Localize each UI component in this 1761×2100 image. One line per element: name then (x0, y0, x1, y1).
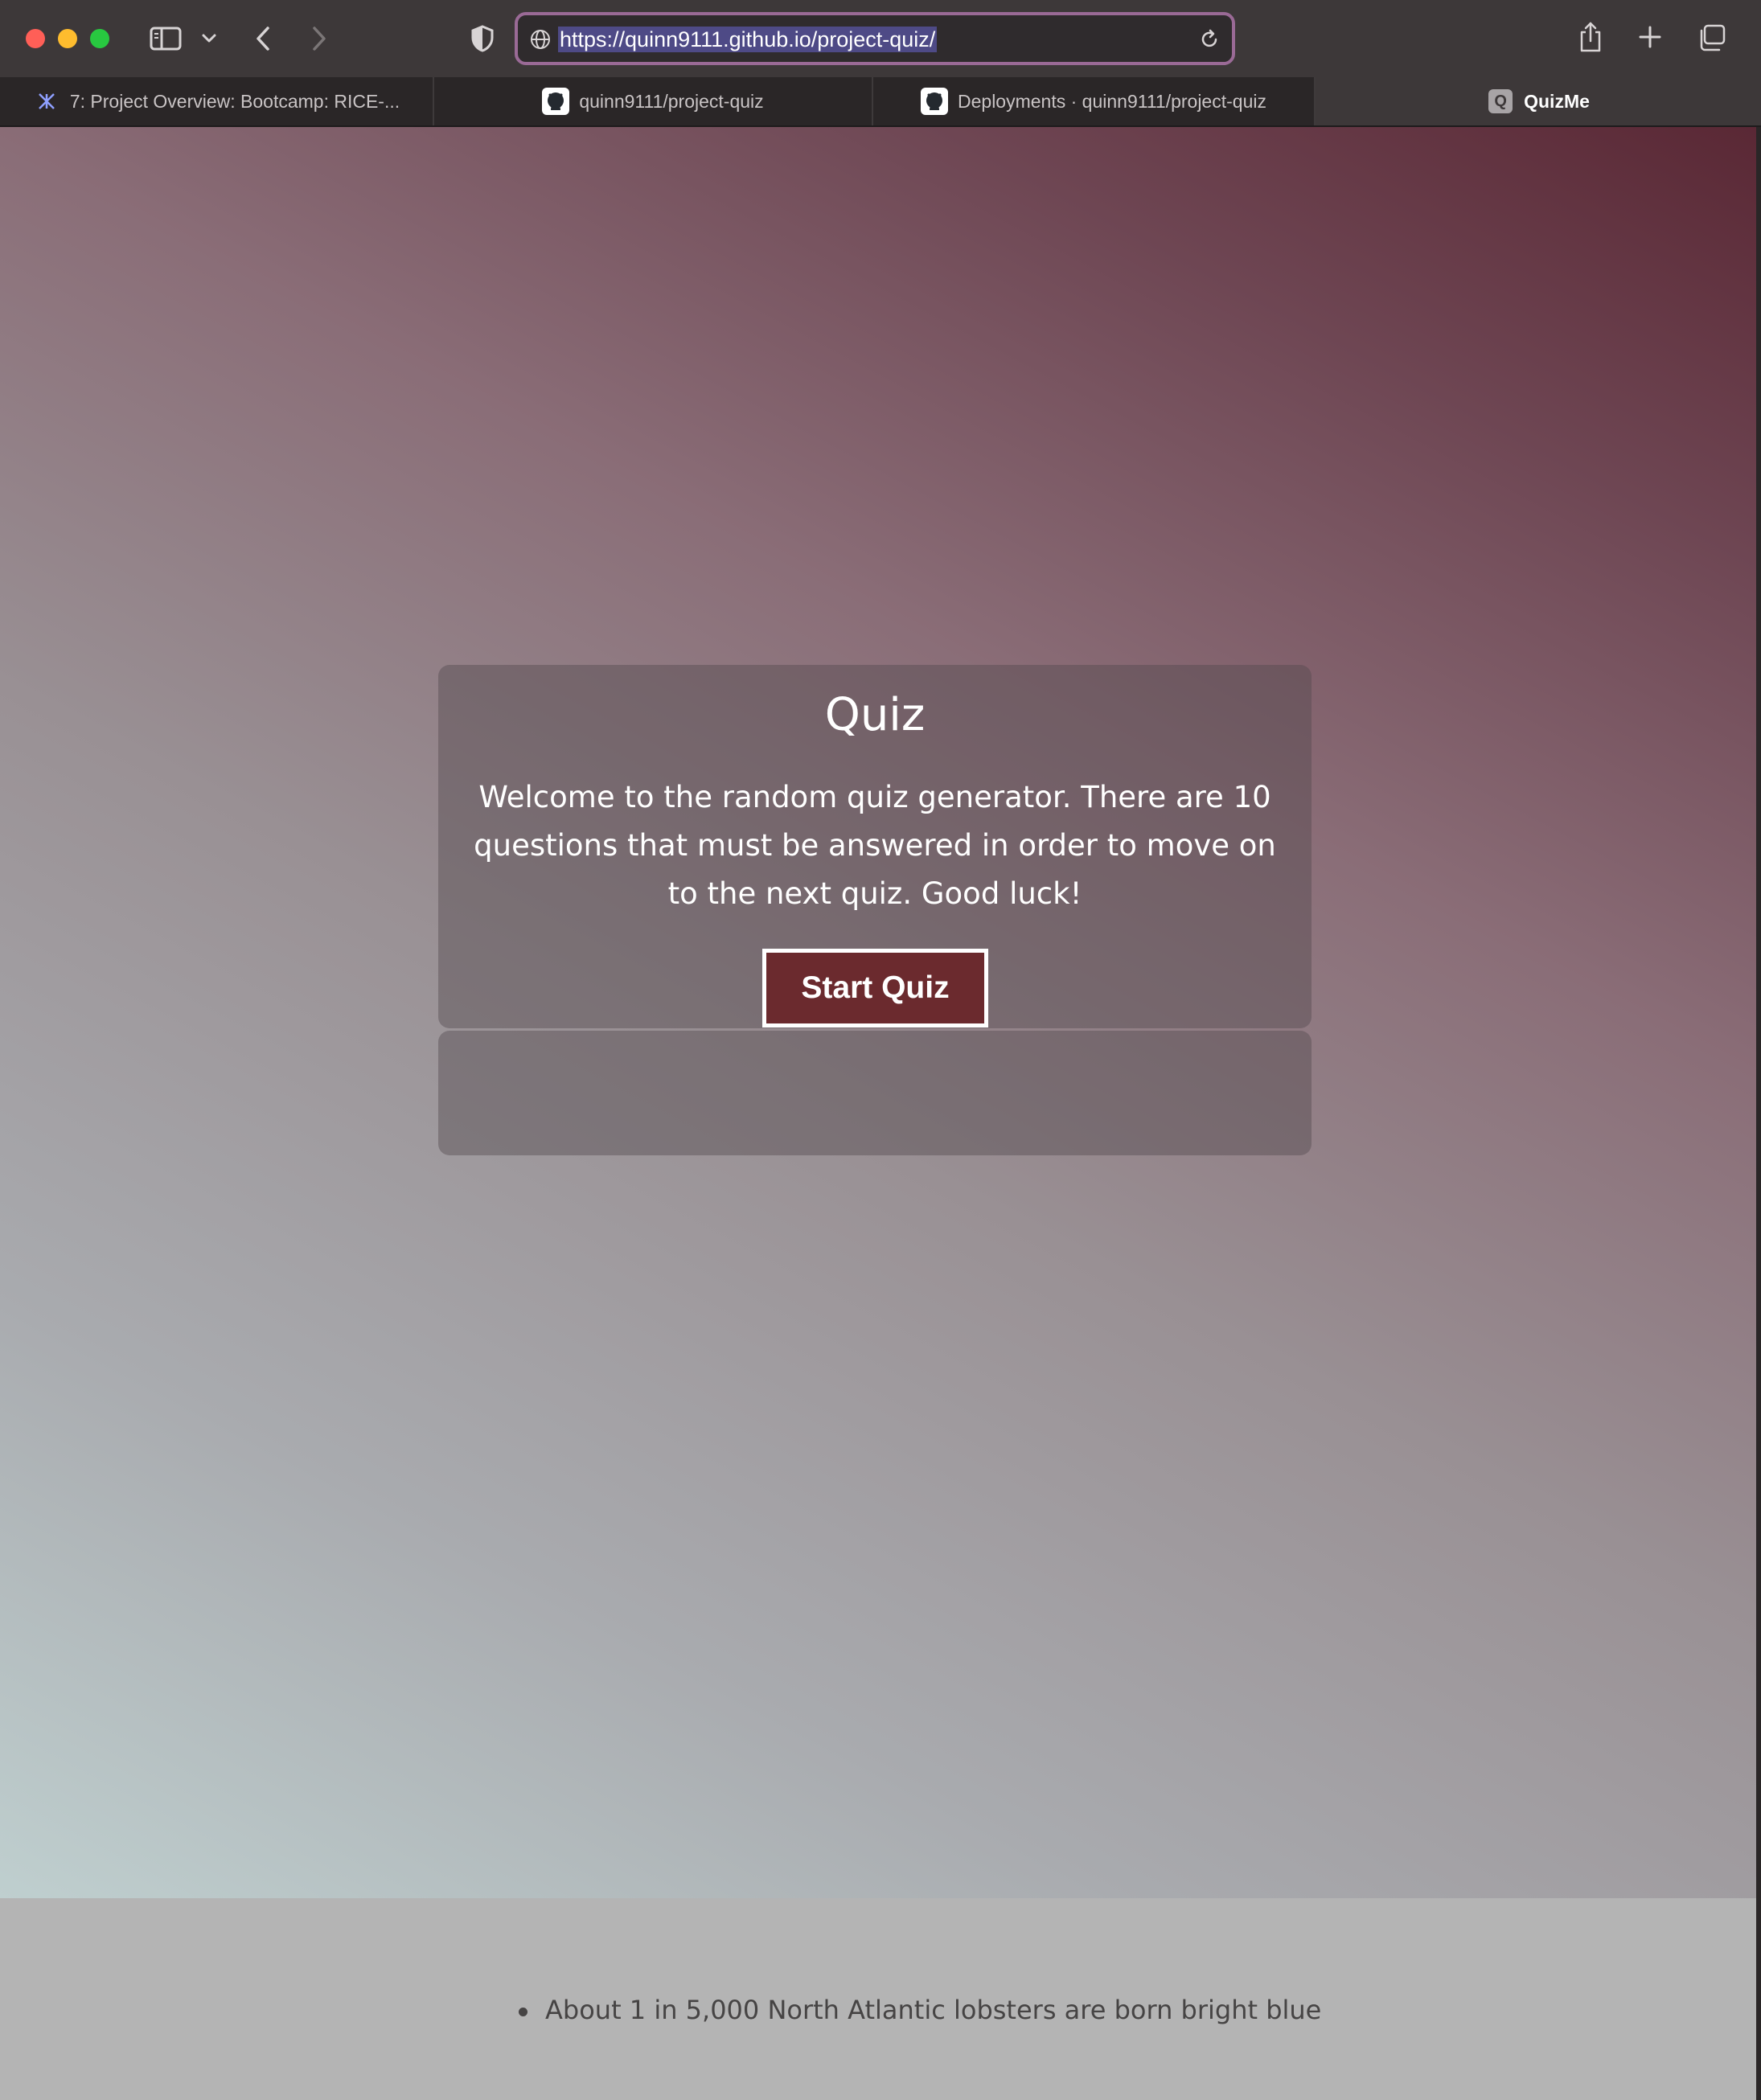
quiz-title: Quiz (824, 689, 926, 741)
quiz-description: Welcome to the random quiz generator. Th… (474, 780, 1276, 911)
address-bar[interactable]: https://quinn9111.github.io/project-quiz… (515, 12, 1235, 65)
fact-item: About 1 in 5,000 North Atlantic lobsters… (519, 1995, 1321, 2025)
tab-quizme[interactable]: Q QuizMe (1316, 77, 1761, 125)
tab-label: QuizMe (1524, 90, 1590, 112)
forward-arrow-icon[interactable] (306, 23, 333, 55)
canvas-logo-icon (33, 88, 60, 115)
github-icon (542, 88, 570, 115)
new-tab-plus-icon[interactable] (1636, 23, 1665, 51)
browser-window: https://quinn9111.github.io/project-quiz… (0, 0, 1761, 2100)
window-edge (1756, 127, 1761, 2100)
answer-panel (438, 1031, 1312, 1155)
fact-footer: About 1 in 5,000 North Atlantic lobsters… (0, 1898, 1756, 2100)
quiz-card: Quiz Welcome to the random quiz generato… (438, 665, 1312, 1028)
tab-bar: 7: Project Overview: Bootcamp: RICE-... … (0, 77, 1761, 127)
minimize-window-button[interactable] (58, 29, 77, 48)
close-window-button[interactable] (26, 29, 45, 48)
tab-github-deployments[interactable]: Deployments · quinn9111/project-quiz (873, 77, 1316, 125)
tab-overview-icon[interactable] (1695, 23, 1727, 53)
maximize-window-button[interactable] (90, 29, 109, 48)
sidebar-toggle-icon[interactable] (148, 23, 183, 55)
url-text[interactable]: https://quinn9111.github.io/project-quiz… (558, 27, 938, 52)
browser-toolbar: https://quinn9111.github.io/project-quiz… (0, 0, 1761, 77)
reload-icon[interactable] (1198, 28, 1221, 51)
tab-label: 7: Project Overview: Bootcamp: RICE-... (69, 90, 400, 112)
q-favicon-icon: Q (1487, 88, 1514, 115)
web-page: Quiz Welcome to the random quiz generato… (0, 127, 1756, 2100)
share-icon[interactable] (1576, 19, 1605, 55)
tab-label: Deployments · quinn9111/project-quiz (958, 90, 1266, 112)
tab-project-overview[interactable]: 7: Project Overview: Bootcamp: RICE-... (0, 77, 434, 125)
chevron-down-icon[interactable] (198, 27, 220, 50)
start-quiz-button[interactable]: Start Quiz (762, 949, 988, 1027)
tab-label: quinn9111/project-quiz (579, 90, 764, 112)
tab-github-repo[interactable]: quinn9111/project-quiz (434, 77, 873, 125)
globe-icon (529, 28, 552, 51)
fact-list: About 1 in 5,000 North Atlantic lobsters… (519, 1995, 1321, 2025)
page-background: Quiz Welcome to the random quiz generato… (0, 127, 1756, 1898)
privacy-shield-icon[interactable] (468, 23, 497, 55)
back-arrow-icon[interactable] (249, 23, 277, 55)
github-icon (921, 88, 948, 115)
